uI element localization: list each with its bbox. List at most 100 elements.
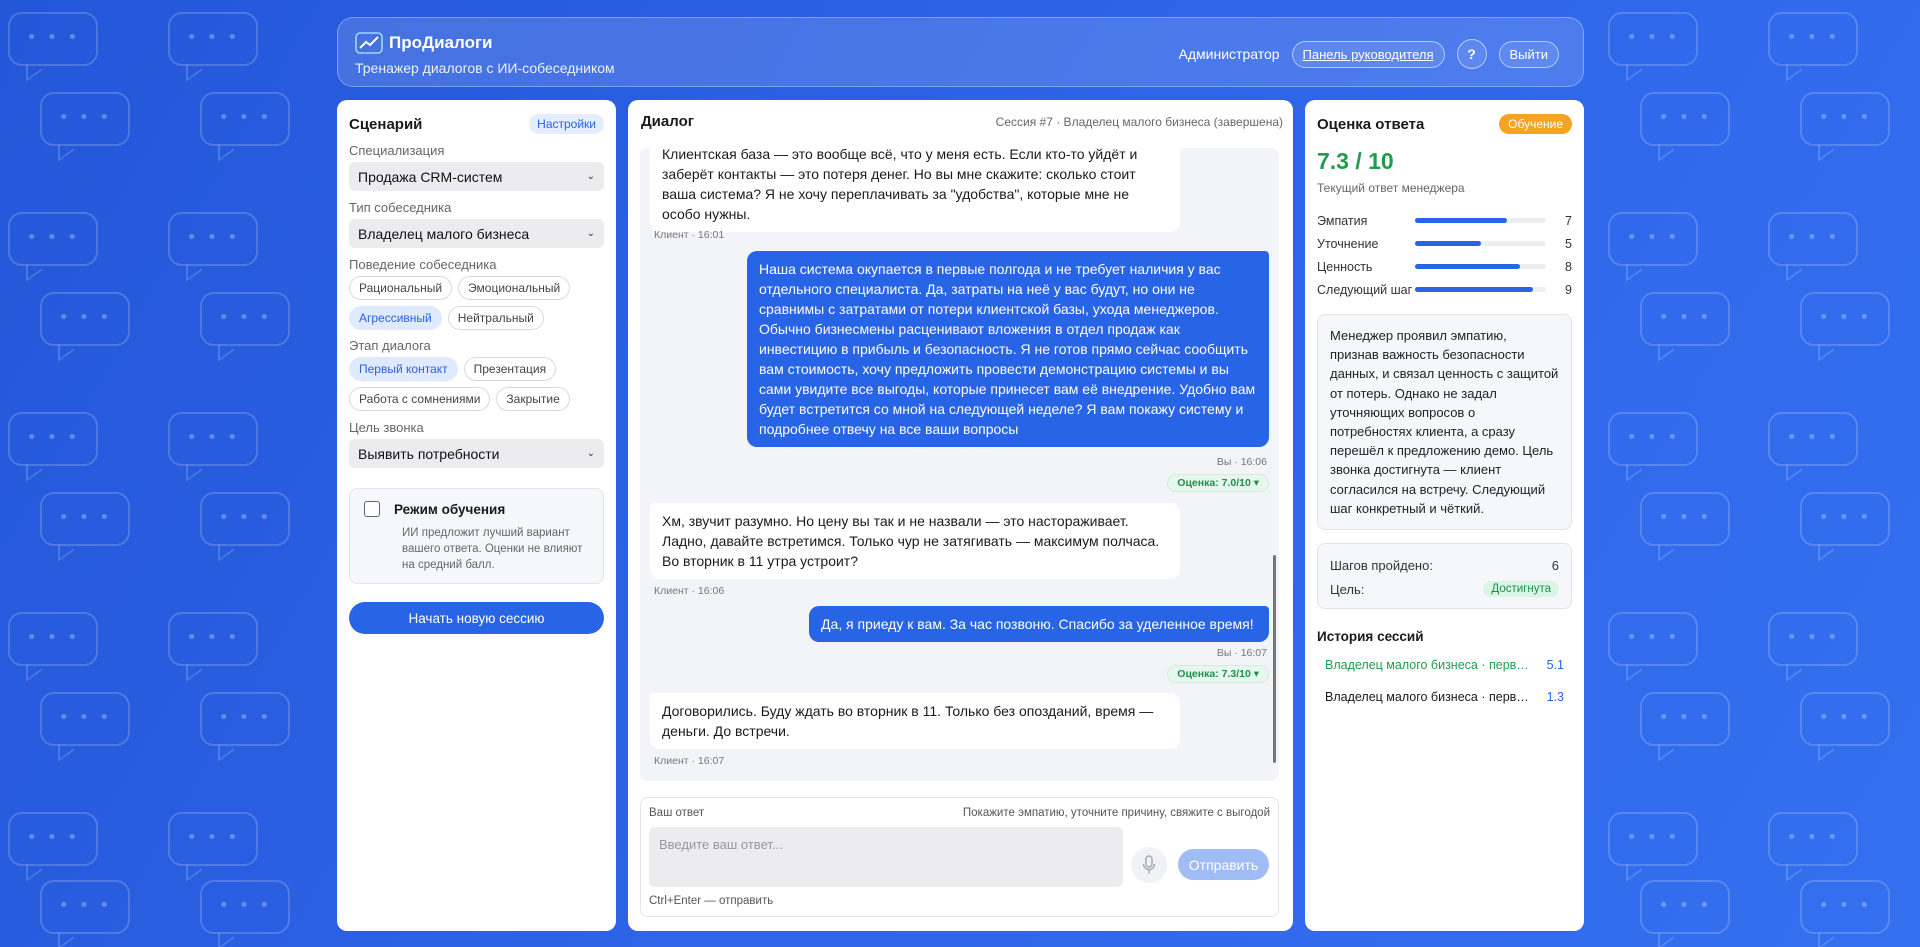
- training-mode-checkbox[interactable]: [364, 501, 380, 517]
- start-session-button[interactable]: Начать новую сессию: [349, 602, 604, 634]
- metric-fill: [1415, 287, 1533, 292]
- chat-message-me: Наша система окупается в первые полгода …: [747, 251, 1269, 447]
- scenario-panel: Сценарий Настройки Специализация Продажа…: [337, 100, 616, 931]
- training-mode-description: ИИ предложит лучший вариант вашего ответ…: [402, 527, 583, 571]
- help-button[interactable]: ?: [1456, 39, 1487, 69]
- chevron-down-icon: ⌄: [586, 448, 595, 459]
- metric-fill: [1415, 241, 1481, 246]
- chevron-down-icon: ⌄: [586, 228, 595, 239]
- history-item-label: Владелец малого бизнеса · первы...: [1325, 690, 1535, 705]
- scenario-title: Сценарий: [349, 115, 423, 133]
- history-item-label: Владелец малого бизнеса · первы...: [1325, 658, 1535, 673]
- metric-value: 9: [1565, 282, 1572, 297]
- specialization-select[interactable]: Продажа CRM-систем ⌄: [349, 162, 604, 191]
- composer-hint: Покажите эмпатию, уточните причину, свяж…: [962, 807, 1270, 819]
- history-item-score: 5.1: [1546, 658, 1564, 673]
- chevron-down-icon: ⌄: [586, 171, 595, 182]
- metric-list: Эмпатия 7 Уточнение 5 Ценность 8 Следующ…: [1317, 209, 1572, 301]
- chat-message-me: Да, я приеду к вам. За час позвоню. Спас…: [809, 606, 1269, 642]
- history-item[interactable]: Владелец малого бизнеса · первы... 5.1: [1317, 658, 1572, 672]
- goal-select[interactable]: Выявить потребности ⌄: [349, 439, 604, 468]
- metric-name: Эмпатия: [1317, 213, 1368, 228]
- app-name: ПроДиалоги: [389, 33, 493, 52]
- evaluation-panel: Оценка ответа Обучение 7.3 / 10 Текущий …: [1305, 100, 1584, 931]
- behavior-chip-rational[interactable]: Рациональный: [349, 276, 453, 300]
- history-item-score: 1.3: [1546, 690, 1564, 705]
- metric-row: Эмпатия 7: [1317, 209, 1572, 232]
- behavior-chip-emotional[interactable]: Эмоциональный: [458, 276, 571, 300]
- composer-label: Ваш ответ: [649, 807, 705, 819]
- chat-area[interactable]: Клиентская база — это вообще всё, что у …: [640, 148, 1279, 781]
- partner-type-select[interactable]: Владелец малого бизнеса ⌄: [349, 219, 604, 248]
- goal-label: Цель звонка: [349, 420, 424, 435]
- message-meta: Клиент · 16:07: [654, 755, 725, 767]
- behavior-label: Поведение собеседника: [349, 257, 497, 272]
- metric-bar: [1415, 218, 1546, 223]
- training-mode-box: Режим обучения ИИ предложит лучший вариа…: [349, 488, 604, 584]
- chat-message-client: Клиентская база — это вообще всё, что у …: [650, 148, 1180, 232]
- app-subtitle: Тренажер диалогов с ИИ-собеседником: [355, 60, 615, 76]
- settings-button[interactable]: Настройки: [529, 114, 604, 134]
- chat-scrollbar[interactable]: [1273, 555, 1276, 763]
- stage-options: Первый контакт Презентация Работа с сомн…: [349, 357, 604, 411]
- dialog-title: Диалог: [641, 113, 694, 130]
- session-stats: Шагов пройдено: 6 Цель: Достигнута: [1317, 543, 1572, 610]
- history-title: История сессий: [1317, 629, 1424, 645]
- training-mode-label: Режим обучения: [394, 501, 506, 517]
- dialog-panel: Диалог Сессия #7 · Владелец малого бизне…: [628, 100, 1293, 931]
- evaluation-title: Оценка ответа: [1317, 115, 1425, 133]
- dashboard-link[interactable]: Панель руководителя: [1291, 40, 1445, 68]
- behavior-options: Рациональный Эмоциональный Агрессивный Н…: [349, 276, 604, 330]
- current-user: Администратор: [1178, 46, 1280, 62]
- metric-bar: [1415, 287, 1546, 292]
- app-logo[interactable]: ПроДиалоги: [355, 32, 493, 54]
- message-meta: Вы · 16:06: [1216, 456, 1267, 468]
- stage-chip-first-contact[interactable]: Первый контакт: [349, 357, 458, 381]
- behavior-chip-aggressive[interactable]: Агрессивный: [349, 306, 442, 330]
- app-header: ПроДиалоги Тренажер диалогов с ИИ-собесе…: [337, 17, 1584, 87]
- metric-fill: [1415, 218, 1507, 223]
- composer: Ваш ответ Покажите эмпатию, уточните при…: [640, 797, 1279, 917]
- metric-row: Ценность 8: [1317, 255, 1572, 278]
- chat-message-client: Хм, звучит разумно. Но цену вы так и не …: [650, 503, 1180, 579]
- steps-value: 6: [1551, 557, 1559, 573]
- message-score-badge[interactable]: Оценка: 7.0/10 ▾: [1167, 474, 1269, 492]
- logout-button[interactable]: Выйти: [1498, 40, 1559, 68]
- stage-chip-objections[interactable]: Работа с сомнениями: [349, 387, 491, 411]
- answer-input[interactable]: Введите ваш ответ...: [649, 827, 1123, 887]
- metric-value: 7: [1565, 213, 1572, 228]
- send-shortcut-hint: Ctrl+Enter — отправить: [649, 895, 774, 907]
- chart-logo-icon: [355, 32, 383, 54]
- message-score-badge[interactable]: Оценка: 7.3/10 ▾: [1167, 665, 1269, 683]
- score-caption: Текущий ответ менеджера: [1317, 181, 1465, 195]
- stage-chip-closing[interactable]: Закрытие: [496, 387, 570, 411]
- message-meta: Клиент · 16:06: [654, 585, 725, 597]
- microphone-icon: [1142, 855, 1156, 874]
- microphone-button[interactable]: [1131, 847, 1167, 883]
- metric-value: 5: [1565, 236, 1572, 251]
- specialization-label: Специализация: [349, 143, 445, 158]
- mode-badge: Обучение: [1499, 114, 1572, 134]
- metric-name: Ценность: [1317, 259, 1373, 274]
- chat-message-client: Договорились. Буду ждать во вторник в 11…: [650, 693, 1180, 749]
- metric-bar: [1415, 264, 1546, 269]
- goal-status-badge: Достигнута: [1483, 581, 1559, 598]
- steps-label: Шагов пройдено:: [1330, 557, 1433, 573]
- feedback-text: Менеджер проявил эмпатию, признав важнос…: [1317, 314, 1572, 531]
- message-meta: Вы · 16:07: [1216, 647, 1267, 659]
- metric-bar: [1415, 241, 1546, 246]
- message-meta: Клиент · 16:01: [654, 229, 725, 241]
- goal-status-label: Цель:: [1330, 581, 1365, 597]
- metric-value: 8: [1565, 259, 1572, 274]
- metric-name: Уточнение: [1317, 236, 1379, 251]
- metric-name: Следующий шаг: [1317, 282, 1413, 297]
- session-info: Сессия #7 · Владелец малого бизнеса (зав…: [995, 114, 1283, 129]
- partner-type-value: Владелец малого бизнеса: [358, 225, 530, 242]
- history-item[interactable]: Владелец малого бизнеса · первы... 1.3: [1317, 690, 1572, 704]
- partner-type-label: Тип собеседника: [349, 200, 452, 215]
- behavior-chip-neutral[interactable]: Нейтральный: [447, 306, 544, 330]
- stage-chip-presentation[interactable]: Презентация: [463, 357, 557, 381]
- overall-score: 7.3 / 10: [1317, 148, 1394, 174]
- send-button[interactable]: Отправить: [1178, 849, 1269, 880]
- goal-value: Выявить потребности: [358, 445, 500, 462]
